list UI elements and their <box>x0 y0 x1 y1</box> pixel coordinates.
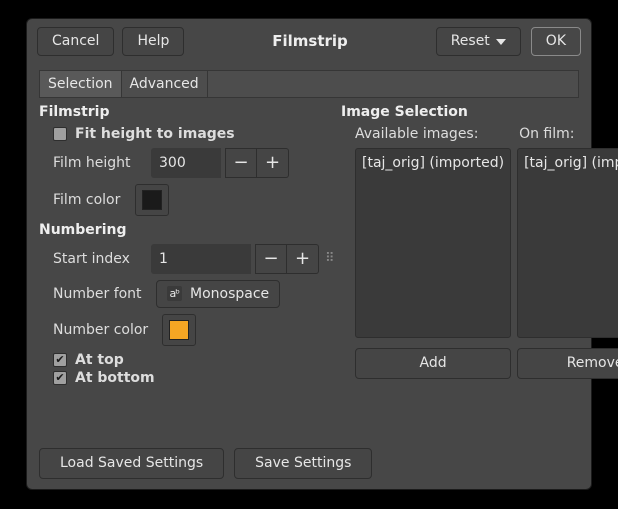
number-color-row: Number color <box>39 314 325 346</box>
number-font-value: Monospace <box>190 286 269 302</box>
filmstrip-section-title: Filmstrip <box>39 104 325 120</box>
tab-content: Filmstrip Fit height to images Film heig… <box>39 104 579 442</box>
film-height-label: Film height <box>53 155 137 171</box>
right-column: Image Selection Available images: On fil… <box>341 104 618 442</box>
remove-button[interactable]: Remove <box>517 348 618 379</box>
image-selection-title: Image Selection <box>341 104 618 120</box>
drag-handle-icon[interactable]: ⠿ <box>325 252 335 265</box>
number-font-button[interactable]: aᵇ Monospace <box>156 280 281 308</box>
number-color-label: Number color <box>53 322 148 338</box>
list-item[interactable]: [taj_orig] (imported) <box>522 153 618 173</box>
at-bottom-label: At bottom <box>75 370 155 386</box>
start-index-decrement[interactable]: − <box>255 244 287 274</box>
film-color-label: Film color <box>53 192 121 208</box>
fit-height-row: Fit height to images <box>39 126 325 142</box>
font-icon: aᵇ <box>167 286 182 301</box>
save-settings-button[interactable]: Save Settings <box>234 448 372 479</box>
film-height-decrement[interactable]: − <box>225 148 257 178</box>
available-images-list[interactable]: [taj_orig] (imported) <box>355 148 511 338</box>
list-buttons: Add Remove <box>341 348 618 379</box>
at-top-label: At top <box>75 352 124 368</box>
tab-advanced[interactable]: Advanced <box>122 71 208 97</box>
ok-button[interactable]: OK <box>531 27 581 56</box>
lists-container: [taj_orig] (imported) [taj_orig] (import… <box>341 148 618 338</box>
at-top-checkbox[interactable] <box>53 353 67 367</box>
film-height-spinner: − + <box>151 148 289 178</box>
available-images-label: Available images: <box>355 126 509 142</box>
start-index-row: Start index − + ⠿ <box>39 244 325 274</box>
film-height-increment[interactable]: + <box>257 148 289 178</box>
tab-strip: Selection Advanced <box>39 70 579 98</box>
dialog-footer: Load Saved Settings Save Settings <box>39 448 579 479</box>
list-labels: Available images: On film: <box>341 126 618 142</box>
film-height-row: Film height − + <box>39 148 325 178</box>
number-color-swatch <box>169 320 189 340</box>
number-font-label: Number font <box>53 286 142 302</box>
start-index-input[interactable] <box>151 244 251 274</box>
header-right-group: Reset OK <box>436 27 581 56</box>
on-film-list[interactable]: [taj_orig] (imported) <box>517 148 618 338</box>
tab-selection[interactable]: Selection <box>40 71 122 97</box>
dialog-title: Filmstrip <box>192 32 427 50</box>
reset-button[interactable]: Reset <box>436 27 521 56</box>
help-button[interactable]: Help <box>122 27 184 56</box>
at-top-row: At top <box>39 352 325 368</box>
fit-height-label: Fit height to images <box>75 126 235 142</box>
add-button[interactable]: Add <box>355 348 511 379</box>
start-index-spinner: − + <box>151 244 319 274</box>
dialog-body: Selection Advanced Filmstrip Fit height … <box>27 64 591 489</box>
at-bottom-checkbox[interactable] <box>53 371 67 385</box>
on-film-label: On film: <box>519 126 618 142</box>
dialog-header: Cancel Help Filmstrip Reset OK <box>27 19 591 64</box>
number-font-row: Number font aᵇ Monospace <box>39 280 325 308</box>
fit-height-checkbox[interactable] <box>53 127 67 141</box>
cancel-button[interactable]: Cancel <box>37 27 114 56</box>
film-color-row: Film color <box>39 184 325 216</box>
chevron-down-icon <box>496 39 506 45</box>
start-index-label: Start index <box>53 251 137 267</box>
dialog-window: Cancel Help Filmstrip Reset OK Selection… <box>26 18 592 490</box>
film-color-swatch <box>142 190 162 210</box>
film-color-button[interactable] <box>135 184 169 216</box>
load-settings-button[interactable]: Load Saved Settings <box>39 448 224 479</box>
left-column: Filmstrip Fit height to images Film heig… <box>39 104 325 442</box>
reset-label: Reset <box>451 33 490 50</box>
number-color-button[interactable] <box>162 314 196 346</box>
numbering-section-title: Numbering <box>39 222 325 238</box>
at-bottom-row: At bottom <box>39 370 325 386</box>
list-item[interactable]: [taj_orig] (imported) <box>360 153 506 173</box>
film-height-input[interactable] <box>151 148 221 178</box>
start-index-increment[interactable]: + <box>287 244 319 274</box>
